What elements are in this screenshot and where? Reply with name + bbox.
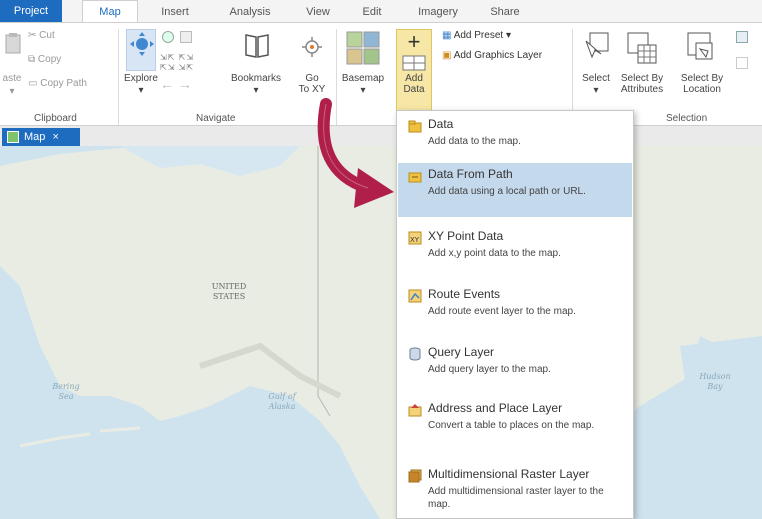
paste-icon[interactable] (4, 31, 24, 57)
explore-dropdown-icon[interactable]: ▾ (135, 85, 147, 96)
menu-item-query-layer[interactable]: Query Layer Add query layer to the map. (398, 341, 632, 391)
copy-button[interactable]: ⧉ Copy (28, 53, 61, 67)
bookmarks-button-label[interactable]: Bookmarks (226, 73, 286, 84)
basemap-dropdown-icon[interactable]: ▾ (357, 85, 369, 96)
add-data-button-label[interactable]: Add Data (396, 73, 432, 95)
menu-item-address-and-place-layer[interactable]: Address and Place Layer Convert a table … (398, 397, 632, 457)
attributes-icon[interactable] (736, 31, 748, 43)
menu-item-data-from-path[interactable]: Data From Path Add data using a local pa… (398, 163, 632, 217)
select-by-attributes-button-label[interactable]: Select By Attributes (614, 73, 670, 95)
route-events-icon (408, 289, 422, 303)
menu-item-description: Convert a table to places on the map. (428, 420, 595, 431)
explore-icon (130, 32, 154, 56)
water-label-gulf-of-alaska: Gulf of Alaska (268, 392, 296, 411)
add-preset-button[interactable]: ▦ Add Preset ▾ (442, 29, 511, 43)
clipboard-group-label: Clipboard (34, 113, 77, 124)
select-by-location-icon[interactable] (686, 31, 718, 65)
graphics-layer-icon: ▣ (442, 50, 454, 61)
tab-project[interactable]: Project (0, 0, 62, 22)
navigate-group-label: Navigate (196, 113, 236, 124)
bookmarks-dropdown-icon[interactable]: ▾ (250, 85, 262, 96)
scissors-icon: ✂ (28, 30, 40, 41)
go-to-xy-icon[interactable] (302, 37, 322, 57)
map-view-tab-label: Map (24, 131, 46, 143)
copy-path-button[interactable]: ▭ Copy Path (28, 77, 87, 91)
tab-map[interactable]: Map (82, 0, 138, 23)
add-preset-dropdown-icon: ▾ (503, 30, 511, 41)
add-graphics-layer-button-label: Add Graphics Layer (453, 50, 543, 61)
menu-item-description: Add query layer to the map. (428, 364, 551, 375)
folder-add-icon (408, 119, 422, 133)
menu-item-title: Address and Place Layer (428, 401, 563, 415)
cut-button[interactable]: ✂ Cut (28, 29, 55, 43)
selection-group-label: Selection (666, 113, 708, 124)
curved-arrow-annotation (317, 98, 394, 208)
tab-analysis[interactable]: Analysis (216, 2, 284, 22)
menu-item-title: Query Layer (428, 345, 495, 359)
select-icon[interactable] (584, 31, 610, 61)
add-data-icon (402, 55, 426, 71)
tab-insert[interactable]: Insert (146, 2, 204, 22)
copy-path-icon: ▭ (28, 78, 41, 89)
copy-button-label: Copy (37, 54, 62, 65)
basemap-icon[interactable] (346, 31, 380, 65)
menu-item-route-events[interactable]: Route Events Add route event layer to th… (398, 283, 632, 333)
ribbon-tab-bar: Project Map Insert Analysis View Edit Im… (0, 0, 762, 23)
map-icon (7, 131, 19, 143)
select-by-location-button-label[interactable]: Select By Location (674, 73, 730, 95)
explore-button[interactable] (126, 29, 156, 71)
close-icon[interactable]: × (52, 131, 58, 143)
address-place-icon (408, 403, 422, 417)
tab-imagery[interactable]: Imagery (406, 2, 470, 22)
back-forward-icon[interactable]: ← → (160, 77, 192, 91)
paste-button-label[interactable]: aste (0, 73, 24, 84)
folder-path-icon (408, 169, 422, 183)
menu-item-title: XY Point Data (428, 229, 504, 243)
add-preset-icon: ▦ (442, 30, 454, 41)
xy-table-icon: XY (408, 231, 422, 245)
explore-button-label[interactable]: Explore (124, 73, 158, 84)
add-plus-icon: + (407, 29, 421, 54)
water-label-bering-sea: Bering Sea (52, 382, 80, 401)
paste-dropdown-icon[interactable]: ▾ (6, 86, 18, 97)
menu-item-title: Data From Path (428, 167, 513, 181)
copy-icon: ⧉ (28, 54, 38, 65)
select-dropdown-icon[interactable]: ▾ (590, 85, 602, 96)
cut-button-label: Cut (39, 30, 55, 41)
country-label-united-states: UNITED STATES (211, 282, 247, 301)
add-preset-button-label: Add Preset (453, 30, 504, 41)
clear-selection-icon[interactable] (736, 57, 748, 69)
menu-item-multidimensional-raster-layer[interactable]: Multidimensional Raster Layer Add multid… (398, 463, 632, 519)
basemap-button-label[interactable]: Basemap (336, 73, 390, 84)
map-view-tab[interactable]: Map × (2, 128, 80, 146)
add-data-menu: Data Add data to the map. Data From Path… (396, 110, 634, 519)
add-graphics-layer-button[interactable]: ▣ Add Graphics Layer (442, 49, 542, 63)
full-extent-icon[interactable] (180, 31, 192, 43)
globe-icon[interactable] (162, 31, 174, 43)
tab-share[interactable]: Share (480, 2, 530, 22)
go-to-xy-button-label[interactable]: Go To XY (294, 73, 330, 95)
svg-text:XY: XY (410, 236, 420, 244)
bookmarks-icon[interactable] (242, 31, 272, 61)
menu-item-xy-point-data[interactable]: XY XY Point Data Add x,y point data to t… (398, 225, 632, 275)
menu-item-title: Data (428, 117, 454, 131)
menu-item-data[interactable]: Data Add data to the map. (398, 113, 632, 161)
tab-edit[interactable]: Edit (352, 2, 392, 22)
menu-item-description: Add data using a local path or URL. (428, 186, 586, 197)
menu-item-description: Add multidimensional raster layer to the… (428, 486, 604, 510)
menu-item-description: Add route event layer to the map. (428, 306, 576, 317)
multidimensional-raster-icon (408, 469, 422, 483)
menu-item-title: Multidimensional Raster Layer (428, 467, 590, 481)
tab-view[interactable]: View (296, 2, 340, 22)
copy-path-button-label: Copy Path (40, 78, 87, 89)
query-layer-icon (408, 347, 422, 361)
water-label-hudson-bay: Hudson Bay (699, 372, 731, 391)
menu-item-title: Route Events (428, 287, 501, 301)
ribbon-separator (118, 29, 119, 125)
menu-item-description: Add x,y point data to the map. (428, 248, 561, 259)
select-button-label[interactable]: Select (576, 73, 616, 84)
menu-item-description: Add data to the map. (428, 136, 521, 147)
fixed-zoom-out-icon[interactable]: ⇱⇲ ⇲⇱ (160, 61, 194, 75)
select-by-attributes-icon[interactable] (626, 31, 658, 65)
